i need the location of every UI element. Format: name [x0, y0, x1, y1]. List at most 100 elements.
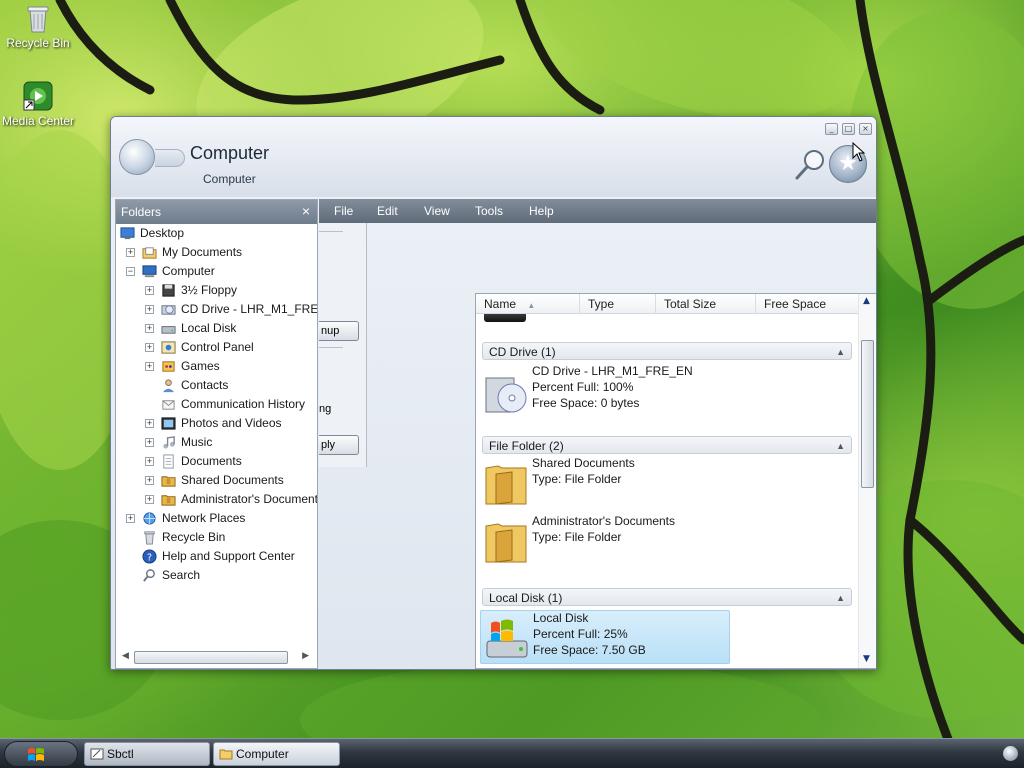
menu-file[interactable]: File — [334, 199, 353, 223]
tree-item-label: My Documents — [162, 245, 243, 259]
expand-icon[interactable]: + — [145, 495, 154, 504]
expand-icon[interactable]: + — [145, 362, 154, 371]
scrollbar-thumb[interactable] — [134, 651, 288, 664]
group-header[interactable]: CD Drive (1) ▲ — [482, 342, 852, 360]
search-icon — [142, 568, 158, 583]
tree-item[interactable]: + Shared Documents — [116, 471, 317, 490]
tree-item[interactable]: + Administrator's Documents — [116, 490, 317, 509]
collapse-group-icon[interactable]: ▲ — [836, 437, 845, 455]
tree-item[interactable]: Desktop — [116, 224, 317, 243]
menu-view[interactable]: View — [424, 199, 450, 223]
tree-item[interactable]: Communication History — [116, 395, 317, 414]
tree-item[interactable]: + My Documents — [116, 243, 317, 262]
tree-item[interactable]: − Computer — [116, 262, 317, 281]
desktop-icon-recycle-bin[interactable]: Recycle Bin — [0, 2, 76, 50]
group-header-label: CD Drive (1) — [489, 345, 556, 359]
folders-pane-close-button[interactable]: × — [302, 200, 310, 222]
column-header-row: Name ▲ Type Total Size Free Space — [476, 294, 876, 314]
tree-item[interactable]: + Documents — [116, 452, 317, 471]
column-total-size[interactable]: Total Size — [656, 294, 756, 314]
address-breadcrumb[interactable]: Computer — [203, 172, 256, 186]
back-button[interactable] — [119, 139, 155, 175]
expand-icon[interactable]: + — [145, 419, 154, 428]
tree-item[interactable]: + Network Places — [116, 509, 317, 528]
tree-item-label: 3½ Floppy — [181, 283, 238, 297]
tree-item-label: Music — [181, 435, 213, 449]
list-item[interactable]: Local Disk Percent Full: 25% Free Space: 7… — [480, 610, 730, 664]
item-detail: Type: File Folder — [532, 472, 622, 486]
list-item[interactable]: Shared Documents Type: File Folder — [480, 456, 720, 510]
taskbar-button-sbctl[interactable]: Sbctl — [84, 742, 210, 766]
svg-text:?: ? — [147, 552, 152, 563]
scroll-left-arrow-icon[interactable]: ◀ — [122, 651, 129, 661]
file-list-vertical-scrollbar[interactable]: ▲ ▼ — [858, 294, 876, 668]
list-item[interactable]: CD Drive - LHR_M1_FRE_EN Percent Full: 10… — [480, 364, 720, 418]
recycle-bin-icon — [22, 2, 54, 34]
group-header[interactable]: Local Disk (1) ▲ — [482, 588, 852, 606]
folders-horizontal-scrollbar[interactable]: ◀ ▶ — [116, 646, 317, 668]
help-icon: ? — [142, 549, 158, 564]
tree-item[interactable]: + Local Disk — [116, 319, 317, 338]
title-bar[interactable]: Computer Computer _ □ × ★ — [111, 117, 876, 197]
tray-orb-icon[interactable] — [1003, 746, 1018, 761]
tree-item[interactable]: Recycle Bin — [116, 528, 317, 547]
expand-icon[interactable]: + — [145, 476, 154, 485]
desktop-icon-media-center[interactable]: Media Center — [0, 80, 76, 128]
minimize-button[interactable]: _ — [825, 123, 838, 135]
tree-item[interactable]: +3½ Floppy — [116, 281, 317, 300]
background-dialog-button[interactable]: nup — [319, 321, 359, 341]
expand-icon[interactable]: + — [145, 457, 154, 466]
menu-edit[interactable]: Edit — [377, 199, 398, 223]
tree-item[interactable]: + Music — [116, 433, 317, 452]
tree-item-label: Communication History — [181, 397, 306, 411]
group-header[interactable]: File Folder (2) ▲ — [482, 436, 852, 454]
expand-icon[interactable]: + — [126, 248, 135, 257]
tree-item-label: Computer — [162, 264, 215, 278]
tree-item[interactable]: + Control Panel — [116, 338, 317, 357]
tree-item-label: CD Drive - LHR_M1_FRE_EN — [181, 302, 317, 316]
list-item[interactable]: Administrator's Documents Type: File Fold… — [480, 514, 720, 568]
tree-item[interactable]: + Games — [116, 357, 317, 376]
folder-tree: Desktop + My Documents − Computer +3½ Floppy +… — [116, 224, 317, 646]
tree-item[interactable]: Contacts — [116, 376, 317, 395]
expand-icon[interactable]: + — [145, 343, 154, 352]
folder-icon — [219, 749, 233, 760]
column-name[interactable]: Name ▲ — [476, 294, 580, 314]
apply-button[interactable]: ply — [319, 435, 359, 455]
scroll-down-arrow-icon[interactable]: ▼ — [863, 654, 870, 664]
collapse-group-icon[interactable]: ▲ — [836, 589, 845, 607]
background-dialog-text: ng — [319, 403, 332, 415]
scroll-right-arrow-icon[interactable]: ▶ — [302, 651, 309, 661]
expand-icon[interactable]: + — [126, 514, 135, 523]
tree-item[interactable]: ? Help and Support Center — [116, 547, 317, 566]
tree-item[interactable]: Search — [116, 566, 317, 585]
taskbar-button-computer[interactable]: Computer — [213, 742, 340, 766]
expand-icon[interactable]: + — [145, 305, 154, 314]
column-type[interactable]: Type — [580, 294, 656, 314]
close-button[interactable]: × — [859, 123, 872, 135]
tree-item[interactable]: + Photos and Videos — [116, 414, 317, 433]
collapse-group-icon[interactable]: ▲ — [836, 343, 845, 361]
search-icon[interactable] — [794, 147, 828, 181]
shared-folder-icon — [161, 473, 177, 488]
start-button[interactable] — [4, 741, 78, 767]
column-free-space[interactable]: Free Space — [756, 294, 860, 314]
tree-item[interactable]: + CD Drive - LHR_M1_FRE_EN — [116, 300, 317, 319]
scroll-up-arrow-icon[interactable]: ▲ — [863, 296, 870, 306]
history-dropdown-button[interactable] — [155, 149, 185, 167]
background-dialog-fragment: nup ng ply — [319, 223, 367, 467]
item-name: Local Disk — [533, 611, 589, 625]
menu-help[interactable]: Help — [529, 199, 554, 223]
taskbar-button-label: Computer — [236, 747, 289, 761]
games-icon — [161, 359, 177, 374]
expand-icon[interactable]: + — [145, 286, 154, 295]
photos-videos-icon — [161, 416, 177, 431]
cd-drive-icon — [482, 368, 530, 416]
expand-icon[interactable]: + — [145, 324, 154, 333]
maximize-button[interactable]: □ — [842, 123, 855, 135]
expand-icon[interactable]: + — [145, 438, 154, 447]
collapse-icon[interactable]: − — [126, 267, 135, 276]
menu-tools[interactable]: Tools — [475, 199, 503, 223]
scrollbar-thumb[interactable] — [861, 340, 874, 488]
documents-icon — [161, 454, 177, 469]
